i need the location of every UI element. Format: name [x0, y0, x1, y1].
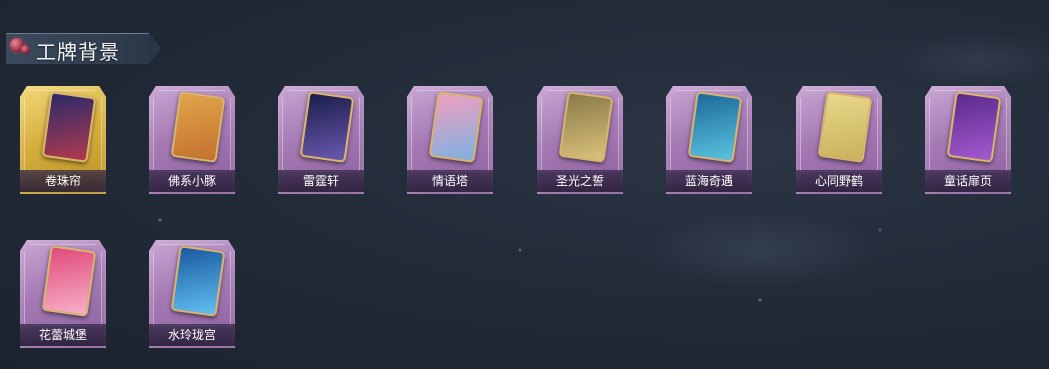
card-art-image [170, 245, 226, 317]
card-art-image [687, 91, 743, 163]
card-art-image [558, 91, 614, 163]
card-label: 雷霆轩 [278, 170, 364, 192]
section-header: 工牌背景 [6, 33, 161, 64]
card-label: 蓝海奇遇 [666, 170, 752, 192]
section-title: 工牌背景 [36, 40, 120, 64]
badge-card-lanhaiqiyu[interactable]: 蓝海奇遇 [662, 78, 756, 196]
card-label: 卷珠帘 [20, 170, 106, 192]
card-art-image [299, 91, 355, 163]
badge-card-shuilinglonggong[interactable]: 水玲珑宫 [145, 232, 239, 350]
badge-card-tonghuafeiye[interactable]: 童话扉页 [921, 78, 1015, 196]
card-label: 佛系小豚 [149, 170, 235, 192]
card-art-image [946, 91, 1002, 163]
card-label: 圣光之誓 [537, 170, 623, 192]
card-art-image [170, 91, 226, 163]
card-art-image [817, 91, 873, 163]
card-label: 童话扉页 [925, 170, 1011, 192]
card-label: 心同野鹤 [796, 170, 882, 192]
card-art-image [428, 91, 484, 163]
card-art-image [41, 245, 97, 317]
badge-card-leitingxuan[interactable]: 雷霆轩 [274, 78, 368, 196]
card-label: 水玲珑宫 [149, 324, 235, 346]
card-art-image [41, 91, 97, 163]
badge-card-hualeichengbao[interactable]: 花蕾城堡 [16, 232, 110, 350]
badge-card-xintongyehe[interactable]: 心同野鹤 [792, 78, 886, 196]
badge-card-juanzhulian[interactable]: 卷珠帘 [16, 78, 110, 196]
badge-card-foxixiaotun[interactable]: 佛系小豚 [145, 78, 239, 196]
gem-small-icon [21, 45, 30, 54]
card-label: 情语塔 [407, 170, 493, 192]
badge-card-qingyuta[interactable]: 情语塔 [403, 78, 497, 196]
card-label: 花蕾城堡 [20, 324, 106, 346]
badge-card-shengguangzhishi[interactable]: 圣光之誓 [533, 78, 627, 196]
